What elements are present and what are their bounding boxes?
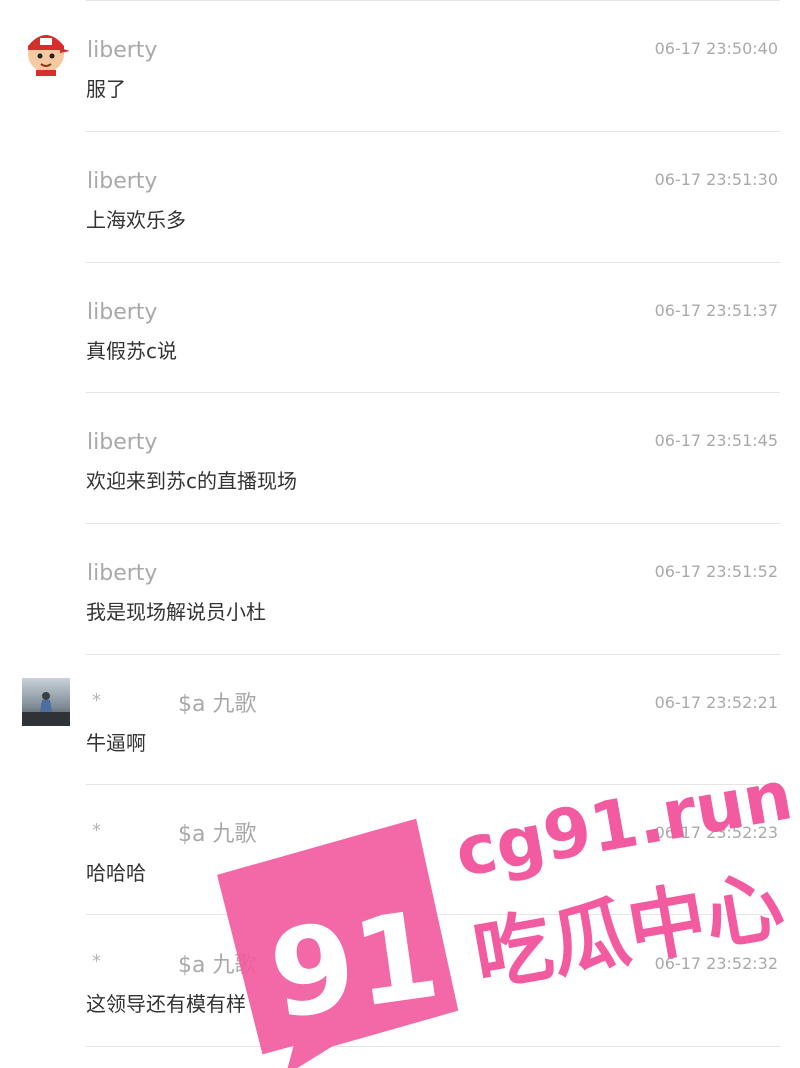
message-text: 我是现场解说员小杜: [86, 600, 266, 624]
divider: [86, 523, 780, 524]
message-text: 真假苏c说: [86, 339, 177, 363]
chat-message: * $a 九歌 06-17 23:52:32 这领导还有模有样: [0, 925, 800, 1055]
star-marker: *: [92, 951, 101, 972]
star-marker: *: [92, 820, 101, 841]
username[interactable]: liberty: [87, 169, 157, 195]
chat-message: * $a 九歌 06-17 23:52:21 牛逼啊: [0, 664, 800, 794]
message-text: 上海欢乐多: [86, 208, 186, 232]
photo-avatar-icon[interactable]: [22, 678, 70, 726]
message-text: 这领导还有模有样: [86, 992, 246, 1016]
timestamp: 06-17 23:50:40: [654, 39, 778, 58]
chat-message: liberty 06-17 23:51:52 我是现场解说员小杜: [0, 533, 800, 663]
divider: [86, 392, 780, 393]
username[interactable]: $a 九歌: [178, 953, 256, 979]
username[interactable]: liberty: [87, 561, 157, 587]
divider: [86, 914, 780, 915]
cartoon-avatar-icon[interactable]: [20, 24, 72, 76]
message-text: 哈哈哈: [86, 861, 146, 885]
username[interactable]: liberty: [87, 300, 157, 326]
chat-message: liberty 06-17 23:51:45 欢迎来到苏c的直播现场: [0, 402, 800, 532]
timestamp: 06-17 23:52:23: [654, 823, 778, 842]
timestamp: 06-17 23:51:45: [654, 431, 778, 450]
username[interactable]: $a 九歌: [178, 692, 256, 718]
timestamp: 06-17 23:52:21: [654, 693, 778, 712]
timestamp: 06-17 23:52:32: [654, 954, 778, 973]
timestamp: 06-17 23:51:30: [654, 170, 778, 189]
timestamp: 06-17 23:51:37: [654, 301, 778, 320]
timestamp: 06-17 23:51:52: [654, 562, 778, 581]
chat-message: liberty 06-17 23:51:30 上海欢乐多: [0, 141, 800, 271]
divider: [86, 262, 780, 263]
message-text: 欢迎来到苏c的直播现场: [86, 469, 297, 493]
chat-message: liberty 06-17 23:50:40 服了: [0, 10, 800, 140]
divider: [86, 0, 780, 1]
chat-message: * $a 九歌 06-17 23:52:23 哈哈哈: [0, 794, 800, 924]
message-text: 服了: [86, 77, 126, 101]
message-text: 牛逼啊: [86, 731, 146, 755]
divider: [86, 1046, 780, 1047]
divider: [86, 784, 780, 785]
chat-message: liberty 06-17 23:51:37 真假苏c说: [0, 272, 800, 402]
username[interactable]: liberty: [87, 38, 157, 64]
username[interactable]: $a 九歌: [178, 822, 256, 848]
chat-log: liberty 06-17 23:50:40 服了 liberty 06-17 …: [0, 0, 800, 1068]
divider: [86, 654, 780, 655]
star-marker: *: [92, 690, 101, 711]
username[interactable]: liberty: [87, 430, 157, 456]
divider: [86, 131, 780, 132]
